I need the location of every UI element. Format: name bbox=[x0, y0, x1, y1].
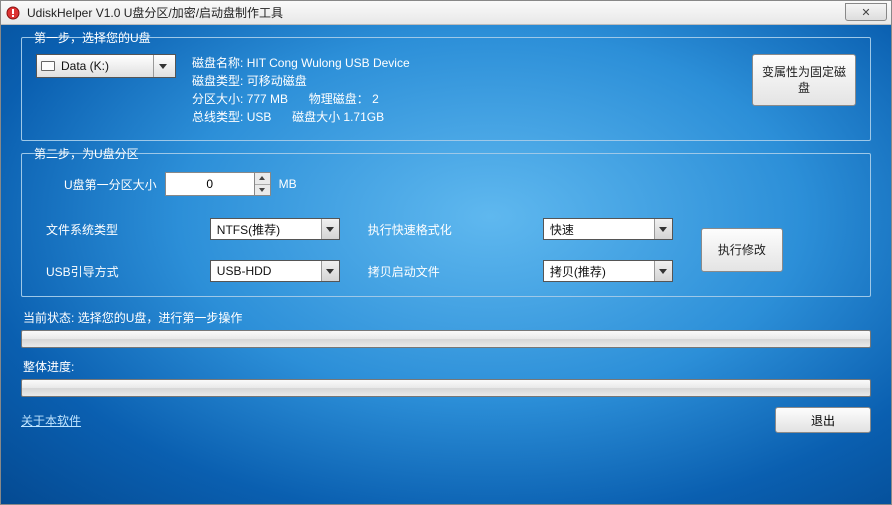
fs-type-value: NTFS(推荐) bbox=[217, 221, 321, 238]
disk-type-label: 磁盘类型: bbox=[192, 72, 243, 90]
close-button[interactable]: ✕ bbox=[845, 3, 887, 21]
spinner-up[interactable] bbox=[255, 173, 270, 185]
drive-select-value: Data (K:) bbox=[61, 59, 153, 73]
convert-fixed-button[interactable]: 变属性为固定磁盘 bbox=[752, 54, 856, 106]
copy-boot-value: 拷贝(推荐) bbox=[550, 263, 654, 280]
quick-format-value: 快速 bbox=[550, 221, 654, 238]
overall-progress-bar bbox=[21, 379, 871, 397]
about-link[interactable]: 关于本软件 bbox=[21, 412, 81, 429]
fs-type-label: 文件系统类型 bbox=[46, 221, 192, 238]
current-status-text: 选择您的U盘，进行第一步操作 bbox=[78, 311, 243, 325]
quick-format-select[interactable]: 快速 bbox=[543, 218, 673, 240]
usb-boot-value: USB-HDD bbox=[217, 264, 321, 278]
chevron-down-icon bbox=[153, 55, 171, 77]
chevron-down-icon bbox=[654, 261, 672, 281]
current-status-label: 当前状态: bbox=[23, 311, 74, 325]
current-progress-bar bbox=[21, 330, 871, 348]
bus-type-label: 总线类型: bbox=[192, 108, 243, 126]
usb-boot-label: USB引导方式 bbox=[46, 263, 192, 280]
step1-legend: 第一步，选择您的U盘 bbox=[30, 29, 155, 46]
convert-fixed-button-label: 变属性为固定磁盘 bbox=[757, 64, 851, 96]
part-size-label: 分区大小: bbox=[192, 90, 243, 108]
fs-type-select[interactable]: NTFS(推荐) bbox=[210, 218, 340, 240]
chevron-down-icon bbox=[321, 219, 339, 239]
exit-button[interactable]: 退出 bbox=[775, 407, 871, 433]
exit-button-label: 退出 bbox=[811, 412, 835, 429]
status-area: 当前状态: 选择您的U盘，进行第一步操作 整体进度: bbox=[21, 309, 871, 397]
phys-disk-value: 2 bbox=[372, 92, 379, 106]
unit-label: MB bbox=[279, 177, 297, 191]
drive-select[interactable]: Data (K:) bbox=[36, 54, 176, 78]
apply-button[interactable]: 执行修改 bbox=[701, 228, 783, 272]
step2-legend: 第二步，为U盘分区 bbox=[30, 145, 143, 162]
copy-boot-label: 拷贝启动文件 bbox=[368, 263, 525, 280]
disk-name-value: HIT Cong Wulong USB Device bbox=[247, 56, 410, 70]
total-size-label: 磁盘大小 bbox=[292, 108, 340, 126]
total-size-value: 1.71GB bbox=[343, 110, 384, 124]
copy-boot-select[interactable]: 拷贝(推荐) bbox=[543, 260, 673, 282]
titlebar: UdiskHelper V1.0 U盘分区/加密/启动盘制作工具 ✕ bbox=[1, 1, 891, 25]
usb-boot-select[interactable]: USB-HDD bbox=[210, 260, 340, 282]
disk-name-label: 磁盘名称: bbox=[192, 54, 243, 72]
app-icon bbox=[5, 5, 21, 21]
phys-disk-label: 物理磁盘： bbox=[309, 90, 369, 108]
apply-button-label: 执行修改 bbox=[718, 242, 766, 258]
first-partition-label: U盘第一分区大小 bbox=[64, 176, 157, 193]
first-partition-input[interactable] bbox=[165, 172, 255, 196]
first-partition-spinner[interactable] bbox=[165, 172, 271, 196]
step1-group: 第一步，选择您的U盘 Data (K:) 磁盘名称: HIT Cong Wulo… bbox=[21, 37, 871, 141]
spinner-down[interactable] bbox=[255, 185, 270, 196]
step2-group: 第二步，为U盘分区 U盘第一分区大小 MB 文件系统类型 NTFS(推荐) bbox=[21, 153, 871, 297]
part-size-value: 777 MB bbox=[247, 92, 288, 106]
chevron-down-icon bbox=[321, 261, 339, 281]
app-window: UdiskHelper V1.0 U盘分区/加密/启动盘制作工具 ✕ 第一步，选… bbox=[0, 0, 892, 505]
client-area: 第一步，选择您的U盘 Data (K:) 磁盘名称: HIT Cong Wulo… bbox=[1, 25, 891, 504]
disk-icon bbox=[41, 61, 55, 71]
chevron-down-icon bbox=[654, 219, 672, 239]
disk-type-value: 可移动磁盘 bbox=[247, 74, 307, 88]
disk-info: 磁盘名称: HIT Cong Wulong USB Device 磁盘类型: 可… bbox=[192, 54, 736, 126]
window-title: UdiskHelper V1.0 U盘分区/加密/启动盘制作工具 bbox=[27, 4, 283, 21]
quick-format-label: 执行快速格式化 bbox=[368, 221, 525, 238]
bus-type-value: USB bbox=[247, 110, 272, 124]
overall-progress-label: 整体进度: bbox=[23, 360, 74, 374]
footer: 关于本软件 退出 bbox=[21, 407, 871, 433]
